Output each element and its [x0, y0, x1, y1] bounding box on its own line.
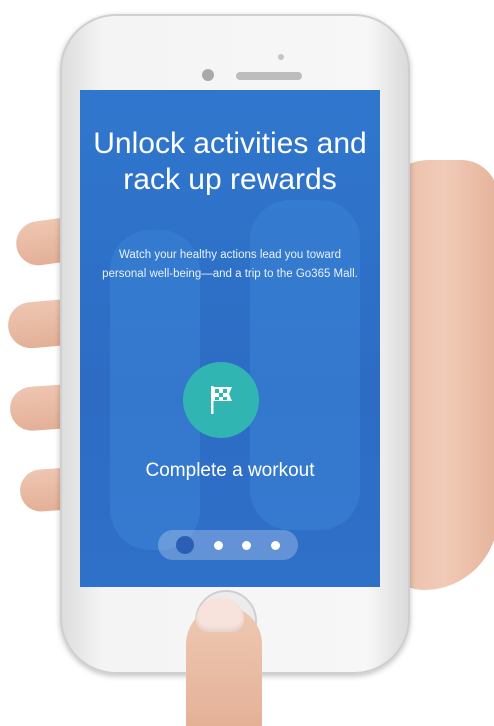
activity-icon-button[interactable] — [183, 362, 259, 438]
thumbnail — [196, 598, 244, 632]
photo-scene: Unlock activities and rack up rewards Wa… — [0, 0, 494, 726]
page-dot[interactable] — [271, 540, 281, 550]
front-camera — [202, 69, 214, 81]
onboarding-description: Watch your healthy actions lead you towa… — [102, 249, 358, 280]
earpiece — [236, 72, 302, 80]
activity-label: Complete a workout — [145, 460, 315, 481]
page-dot[interactable] — [213, 540, 223, 550]
checkered-flag-icon — [211, 386, 232, 414]
onboarding-screen: Unlock activities and rack up rewards Wa… — [80, 90, 380, 587]
sensor — [278, 54, 284, 60]
onboarding-headline: Unlock activities and rack up rewards — [93, 127, 367, 196]
page-indicator[interactable] — [158, 530, 298, 560]
page-dot[interactable] — [242, 540, 252, 550]
page-dot-active[interactable] — [175, 536, 194, 554]
